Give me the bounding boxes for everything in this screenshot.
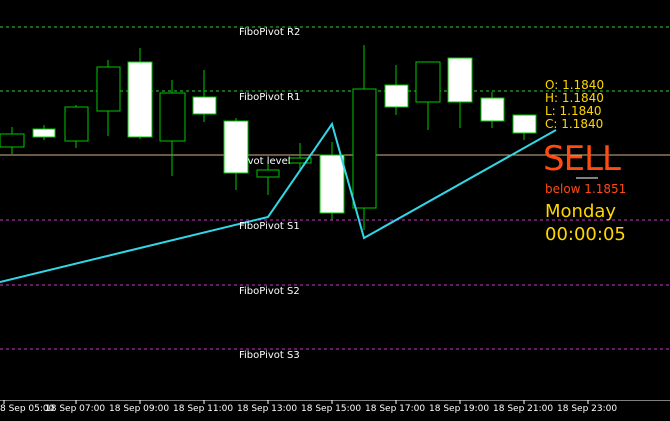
signal-text: SELL bbox=[543, 139, 621, 179]
time-tick-label: 18 Sep 07:00 bbox=[45, 404, 106, 414]
candle bbox=[96, 60, 121, 136]
time-tick-label: 18 Sep 09:00 bbox=[109, 404, 170, 414]
candle-countdown: 00:00:05 bbox=[545, 224, 626, 245]
s1-label: FiboPivot S1 bbox=[239, 221, 300, 232]
candle bbox=[32, 125, 56, 140]
time-tick-label: 18 Sep 13:00 bbox=[237, 404, 298, 414]
candle bbox=[512, 114, 537, 140]
signal-below-price: below 1.1851 bbox=[545, 182, 627, 196]
candle bbox=[480, 92, 505, 128]
time-tick-label: 18 Sep 17:00 bbox=[365, 404, 426, 414]
time-tick-label: 18 Sep 11:00 bbox=[173, 404, 234, 414]
candle bbox=[415, 61, 441, 130]
candle bbox=[288, 143, 312, 170]
time-tick-label: 18 Sep 21:00 bbox=[493, 404, 554, 414]
ohlc-close: C: 1.1840 bbox=[545, 117, 604, 131]
candle bbox=[352, 45, 377, 230]
candle bbox=[384, 65, 409, 115]
r1-label: FiboPivot R1 bbox=[239, 92, 301, 103]
zigzag-line bbox=[0, 121, 557, 283]
candle bbox=[159, 80, 186, 176]
candle bbox=[192, 70, 217, 122]
candle bbox=[447, 57, 473, 128]
candle bbox=[127, 48, 153, 139]
s2-label: FiboPivot S2 bbox=[239, 286, 300, 297]
candle bbox=[223, 118, 249, 190]
time-tick-label: 18 Sep 15:00 bbox=[301, 404, 362, 414]
time-tick-label: 18 Sep 19:00 bbox=[429, 404, 490, 414]
day-label: Monday bbox=[545, 201, 617, 222]
s3-label: FiboPivot S3 bbox=[239, 350, 300, 361]
time-tick-label: 18 Sep 23:00 bbox=[557, 404, 618, 414]
r2-label: FiboPivot R2 bbox=[239, 27, 301, 38]
pivot-label: Pivot level bbox=[239, 156, 291, 167]
candle bbox=[64, 105, 89, 148]
candles bbox=[0, 45, 537, 230]
candle bbox=[0, 127, 25, 154]
